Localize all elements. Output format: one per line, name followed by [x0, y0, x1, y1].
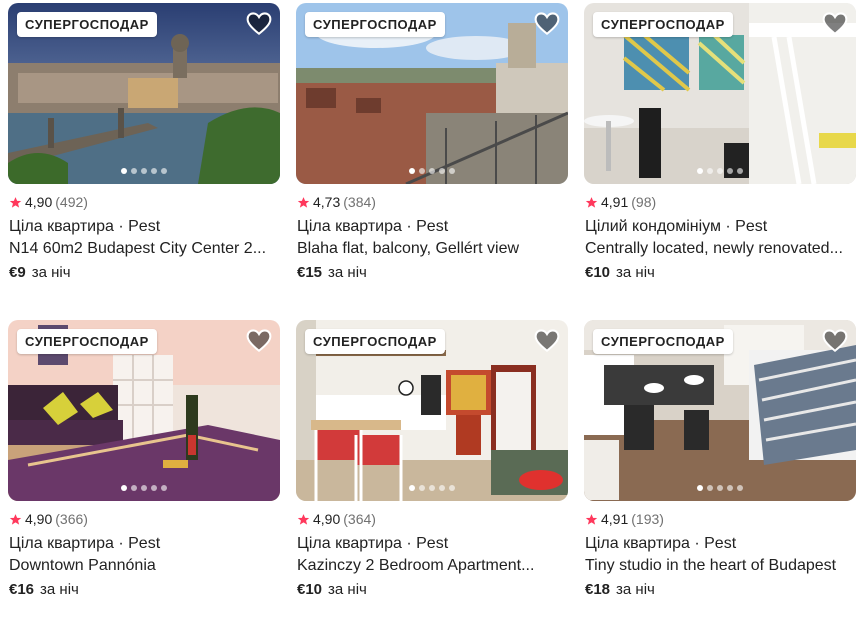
rating: 4,73 (384) — [297, 193, 376, 211]
listing-price: €16 за ніч — [9, 580, 279, 600]
price-unit: за ніч — [328, 581, 367, 598]
rating-value: 4,90 — [25, 194, 53, 210]
star-icon — [9, 513, 22, 525]
heart-icon[interactable] — [534, 11, 560, 37]
photo-pagination — [584, 485, 856, 491]
listing-title[interactable]: Kazinczy 2 Bedroom Apartment... — [297, 556, 567, 576]
heart-icon[interactable] — [822, 328, 848, 354]
price-unit: за ніч — [328, 264, 367, 281]
superhost-badge: СУПЕРГОСПОДАР — [305, 12, 445, 37]
review-count: (366) — [55, 511, 88, 527]
photo-pagination — [8, 168, 280, 174]
listing-title[interactable]: N14 60m2 Budapest City Center 2... — [9, 239, 279, 259]
photo-pagination — [296, 485, 568, 491]
price-value: €9 — [9, 264, 26, 281]
listing-photo[interactable]: СУПЕРГОСПОДАР — [8, 320, 280, 501]
rating: 4,90 (364) — [297, 510, 376, 528]
listing-photo[interactable]: СУПЕРГОСПОДАР — [8, 3, 280, 184]
listing-photo[interactable]: СУПЕРГОСПОДАР — [584, 3, 856, 184]
heart-icon[interactable] — [246, 328, 272, 354]
price-unit: за ніч — [616, 264, 655, 281]
listing-title[interactable]: Blaha flat, balcony, Gellért view — [297, 239, 567, 259]
review-count: (492) — [55, 194, 88, 210]
listing-type: Ціла квартира · Pest — [9, 535, 161, 552]
star-icon — [9, 196, 22, 208]
price-value: €16 — [9, 581, 35, 598]
price-value: €15 — [297, 264, 323, 281]
rating-value: 4,90 — [313, 511, 341, 527]
superhost-badge: СУПЕРГОСПОДАР — [593, 12, 733, 37]
listing-photo[interactable]: СУПЕРГОСПОДАР — [584, 320, 856, 501]
listing-title[interactable]: Centrally located, newly renovated... — [585, 239, 855, 259]
rating-value: 4,90 — [25, 511, 53, 527]
listing-title[interactable]: Downtown Pannónia — [9, 556, 279, 576]
listing-price: €10 за ніч — [585, 263, 855, 283]
listing-type: Ціла квартира · Pest — [297, 535, 449, 552]
rating: 4,91 (98) — [585, 193, 656, 211]
photo-pagination — [296, 168, 568, 174]
price-unit: за ніч — [40, 581, 79, 598]
price-value: €10 — [585, 264, 611, 281]
listing-type: Ціла квартира · Pest — [297, 218, 449, 235]
listing-photo[interactable]: СУПЕРГОСПОДАР — [296, 3, 568, 184]
listing-price: €9 за ніч — [9, 263, 279, 283]
star-icon — [585, 196, 598, 208]
review-count: (193) — [631, 511, 664, 527]
listing-photo[interactable]: СУПЕРГОСПОДАР — [296, 320, 568, 501]
heart-icon[interactable] — [534, 328, 560, 354]
superhost-badge: СУПЕРГОСПОДАР — [305, 329, 445, 354]
rating: 4,90 (366) — [9, 510, 88, 528]
rating: 4,91 (193) — [585, 510, 664, 528]
photo-pagination — [8, 485, 280, 491]
rating-value: 4,91 — [601, 194, 629, 210]
price-unit: за ніч — [31, 264, 71, 281]
listing-price: €18 за ніч — [585, 580, 855, 600]
listing-title[interactable]: Tiny studio in the heart of Budapest — [585, 556, 855, 576]
heart-icon[interactable] — [246, 11, 272, 37]
rating: 4,90 (492) — [9, 193, 88, 211]
review-count: (364) — [343, 511, 376, 527]
listing-type: Ціла квартира · Pest — [9, 218, 161, 235]
listing-price: €10 за ніч — [297, 580, 567, 600]
rating-value: 4,73 — [313, 194, 341, 210]
listing-price: €15 за ніч — [297, 263, 567, 283]
superhost-badge: СУПЕРГОСПОДАР — [17, 329, 157, 354]
price-value: €10 — [297, 581, 323, 598]
listing-type: Цілий кондомініум · Pest — [585, 218, 768, 235]
rating-value: 4,91 — [601, 511, 629, 527]
star-icon — [297, 513, 310, 525]
star-icon — [297, 196, 310, 208]
superhost-badge: СУПЕРГОСПОДАР — [593, 329, 733, 354]
photo-pagination — [584, 168, 856, 174]
star-icon — [585, 513, 598, 525]
price-value: €18 — [585, 581, 611, 598]
superhost-badge: СУПЕРГОСПОДАР — [17, 12, 157, 37]
review-count: (384) — [343, 194, 376, 210]
review-count: (98) — [631, 194, 657, 210]
price-unit: за ніч — [616, 581, 655, 598]
listing-type: Ціла квартира · Pest — [585, 535, 737, 552]
heart-icon[interactable] — [822, 11, 848, 37]
